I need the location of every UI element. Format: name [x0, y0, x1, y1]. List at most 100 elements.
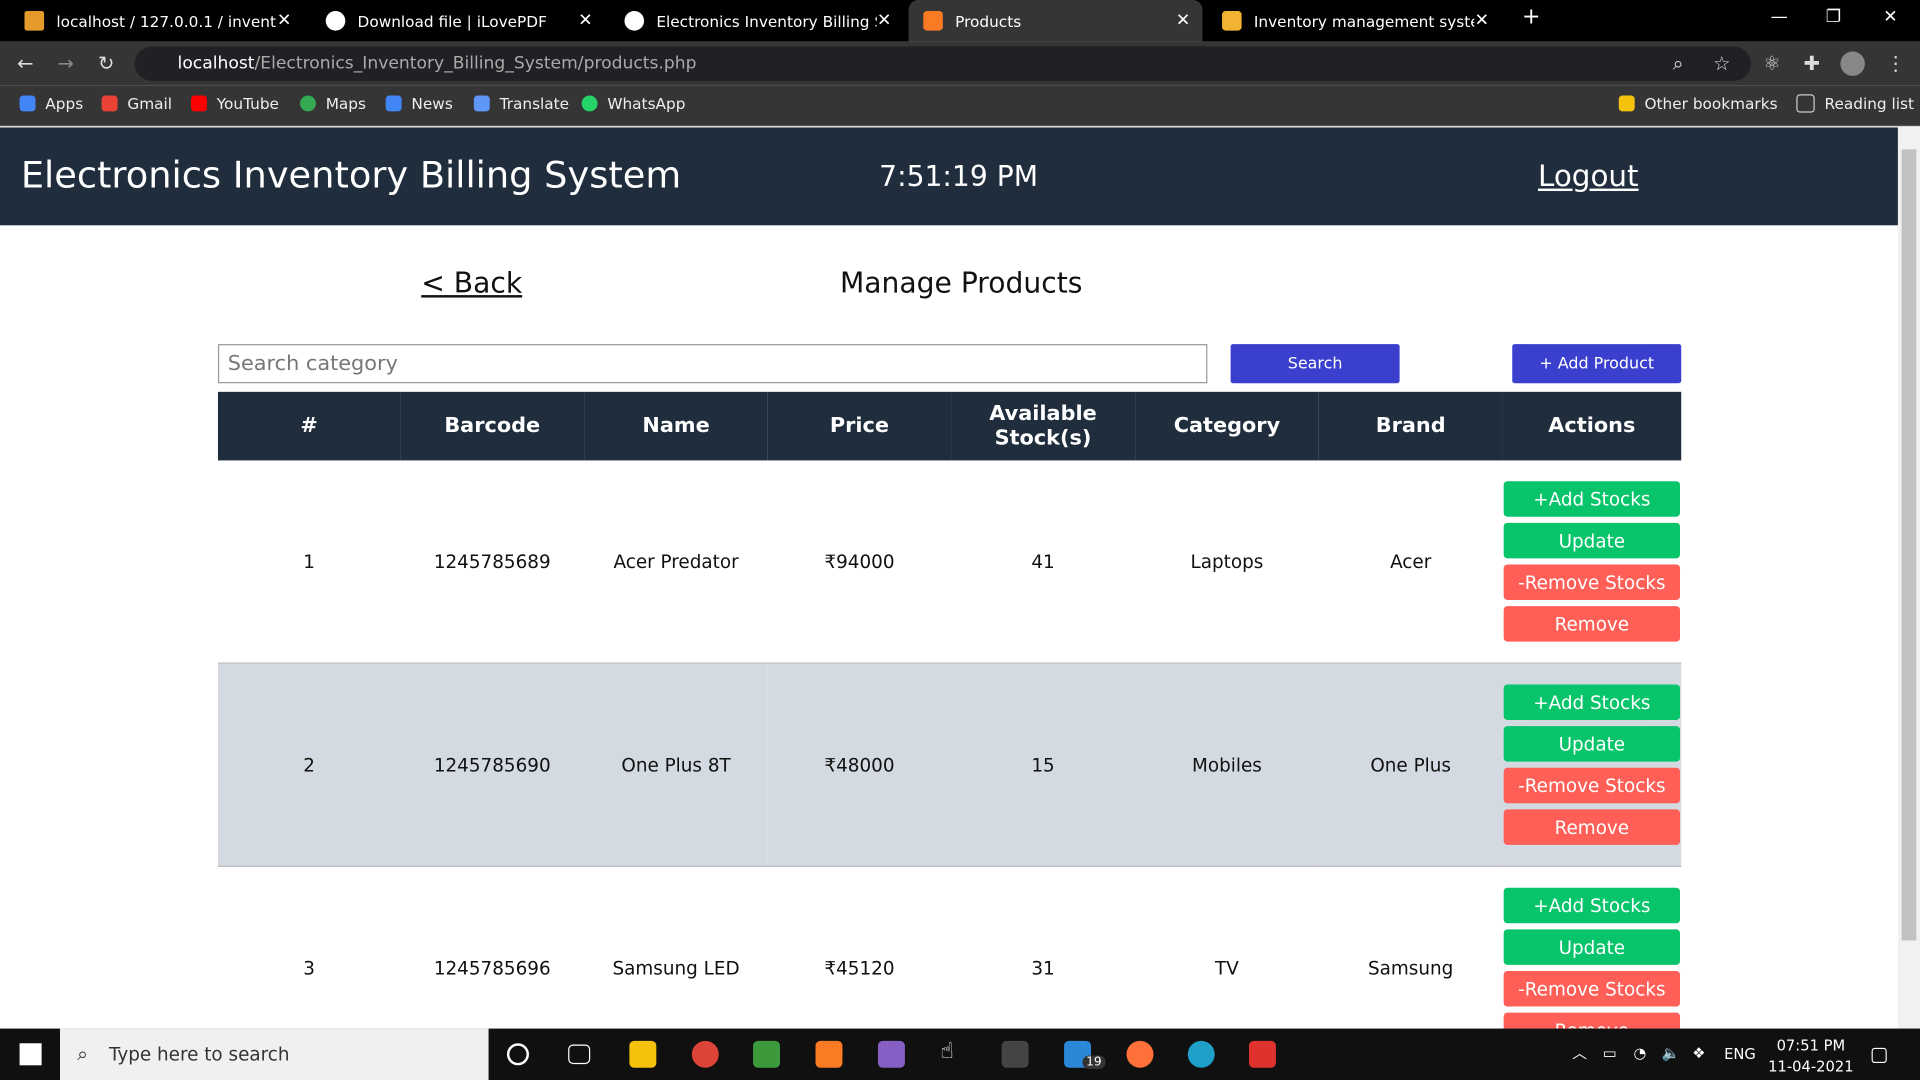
tab-ilovepdf[interactable]: Download file | iLovePDF ✕	[311, 0, 605, 42]
task-view-icon[interactable]	[568, 1044, 591, 1065]
remove-stocks-button[interactable]: -Remove Stocks	[1503, 564, 1681, 601]
cortana-icon[interactable]	[506, 1043, 529, 1066]
remove-stocks-button[interactable]: -Remove Stocks	[1503, 767, 1681, 804]
close-window-button[interactable]: ✕	[1883, 7, 1897, 27]
pointer-app-icon[interactable]: ☝	[940, 1038, 967, 1065]
bookmark-label: Maps	[325, 94, 367, 113]
bookmark-news[interactable]: News	[385, 94, 453, 113]
close-tab-icon[interactable]: ✕	[877, 11, 891, 31]
gmail-icon	[101, 95, 118, 112]
xampp-icon[interactable]	[815, 1040, 843, 1068]
tab-label: Products	[955, 11, 1022, 31]
tray-time: 07:51 PM	[1776, 1037, 1846, 1055]
reload-icon[interactable]: ↻	[98, 51, 114, 74]
news-icon	[385, 95, 402, 112]
visual-studio-icon[interactable]	[877, 1040, 905, 1068]
cell-id: 3	[217, 866, 401, 1029]
remove-button[interactable]: Remove	[1503, 606, 1681, 642]
volume-icon[interactable]: 🔈	[1662, 1043, 1680, 1064]
taskbar-search[interactable]: ⌕ Type here to search	[60, 1028, 489, 1080]
pdf-icon[interactable]	[1248, 1040, 1276, 1068]
zoom-icon[interactable]: ⌕	[1673, 51, 1684, 75]
tab-label: Inventory management system	[1253, 11, 1475, 31]
search-button[interactable]: Search	[1230, 344, 1400, 384]
tab-phpmyadmin[interactable]: localhost / 127.0.0.1 / inventory /✕	[10, 0, 304, 42]
tab-label: localhost / 127.0.0.1 / inventory /	[56, 11, 276, 31]
search-input[interactable]	[217, 344, 1208, 384]
other-bookmarks[interactable]: Other bookmarks	[1618, 94, 1778, 113]
url-input[interactable]: localhost/Electronics_Inventory_Billing_…	[134, 46, 1752, 81]
cell-name: Samsung LED	[584, 866, 768, 1029]
minimize-button[interactable]: —	[1771, 7, 1788, 27]
bookmark-translate[interactable]: Translate	[473, 94, 569, 113]
column-header: #	[217, 391, 401, 461]
forward-arrow-icon[interactable]: →	[58, 51, 74, 74]
bookmark-label: Apps	[45, 94, 84, 113]
update-button[interactable]: Update	[1503, 522, 1681, 559]
cell-id: 1	[217, 460, 401, 664]
update-button[interactable]: Update	[1503, 929, 1681, 965]
tray-chevron-icon[interactable]: ︿	[1572, 1043, 1587, 1064]
close-tab-icon[interactable]: ✕	[277, 11, 291, 31]
table-row: 1 1245785689 Acer Predator ₹94000 41 Laptops A…	[217, 460, 1682, 664]
phpmyadmin-icon	[24, 11, 45, 31]
edge-icon[interactable]	[1187, 1040, 1215, 1068]
bookmark-youtube[interactable]: YouTube	[191, 94, 279, 113]
notification-icon[interactable]: ▢	[1870, 1043, 1889, 1064]
tab-products[interactable]: Products ✕	[908, 0, 1203, 42]
star-icon[interactable]: ☆	[1713, 51, 1731, 74]
firefox-icon[interactable]	[1126, 1040, 1154, 1068]
wifi-icon[interactable]: ◔	[1633, 1043, 1646, 1064]
back-arrow-icon[interactable]: ←	[17, 51, 33, 74]
bookmark-whatsapp[interactable]: WhatsApp	[581, 94, 685, 113]
restore-button[interactable]: ❐	[1826, 7, 1841, 27]
update-button[interactable]: Update	[1503, 726, 1681, 762]
file-explorer-icon[interactable]	[629, 1040, 657, 1068]
cell-category: TV	[1134, 866, 1319, 1029]
predator-icon[interactable]	[1001, 1040, 1029, 1068]
chrome-icon[interactable]	[691, 1040, 719, 1068]
logout-link[interactable]: Logout	[1538, 159, 1639, 193]
menu-icon[interactable]: ⋮	[1886, 51, 1906, 74]
clock-tray[interactable]: 07:51 PM 11-04-2021	[1768, 1036, 1853, 1078]
reading-list[interactable]: Reading list	[1796, 94, 1914, 113]
table-row: 2 1245785690 One Plus 8T ₹48000 15 Mobiles One…	[217, 663, 1682, 867]
scrollbar[interactable]	[1897, 127, 1920, 1029]
remove-stocks-button[interactable]: -Remove Stocks	[1503, 971, 1681, 1007]
tab-label: Electronics Inventory Billing System	[656, 11, 876, 31]
add-product-button[interactable]: + Add Product	[1512, 344, 1682, 384]
battery-icon[interactable]: ▭	[1603, 1043, 1617, 1064]
back-link[interactable]: < Back	[421, 268, 522, 300]
cell-category: Laptops	[1134, 460, 1319, 664]
taskbar-search-placeholder: Type here to search	[108, 1043, 290, 1066]
extension-icon[interactable]: ⚛	[1763, 51, 1781, 74]
new-tab-button[interactable]: +	[1522, 4, 1540, 30]
cell-barcode: 1245785689	[400, 460, 585, 664]
cell-price: ₹94000	[767, 460, 952, 664]
avatar[interactable]	[1840, 51, 1865, 76]
cell-stock: 41	[951, 460, 1135, 664]
scrollbar-thumb[interactable]	[1901, 149, 1917, 941]
tab-electronics[interactable]: Electronics Inventory Billing System✕	[610, 0, 904, 42]
close-tab-icon[interactable]: ✕	[1475, 11, 1489, 31]
close-tab-icon[interactable]: ✕	[578, 11, 592, 31]
add-stocks-button[interactable]: +Add Stocks	[1503, 481, 1681, 517]
bookmark-maps[interactable]: Maps	[300, 94, 367, 113]
language-indicator[interactable]: ENG	[1724, 1044, 1756, 1065]
bookmark-apps[interactable]: Apps	[19, 94, 84, 113]
add-stocks-button[interactable]: +Add Stocks	[1503, 684, 1681, 721]
cell-price: ₹45120	[767, 866, 952, 1029]
dropbox-icon[interactable]: ❖	[1692, 1043, 1705, 1064]
bookmark-gmail[interactable]: Gmail	[101, 94, 172, 113]
tab-inventory[interactable]: Inventory management system ✕	[1207, 0, 1501, 42]
xampp-icon	[923, 11, 943, 31]
close-tab-icon[interactable]: ✕	[1176, 11, 1190, 31]
windows-start-icon[interactable]	[19, 1043, 42, 1066]
puzzle-icon[interactable]: ✚	[1804, 51, 1820, 74]
notepad-icon[interactable]	[753, 1040, 781, 1068]
remove-button[interactable]: Remove	[1503, 1012, 1681, 1029]
remove-button[interactable]: Remove	[1503, 809, 1681, 845]
cell-brand: One Plus	[1318, 663, 1503, 867]
folder-icon	[1618, 95, 1635, 112]
add-stocks-button[interactable]: +Add Stocks	[1503, 887, 1681, 924]
